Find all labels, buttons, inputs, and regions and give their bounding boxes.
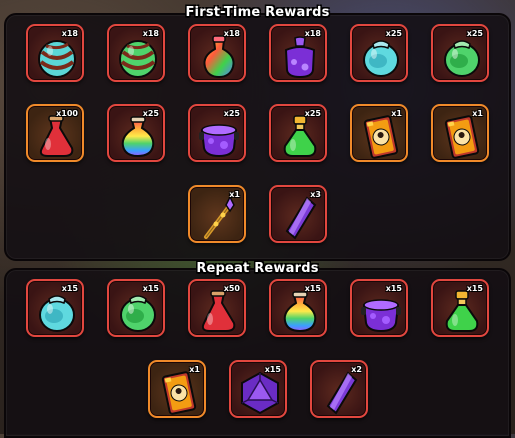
reward-quantity: x15 <box>466 284 483 293</box>
reward-slot[interactable]: x15 <box>431 279 489 337</box>
reward-quantity: x25 <box>223 109 240 118</box>
reward-slot[interactable]: x18 <box>107 24 165 82</box>
purple-crystal-icon <box>277 195 323 241</box>
green-jar-potion-icon <box>439 34 485 80</box>
reward-quantity: x18 <box>223 29 240 38</box>
reward-quantity: x1 <box>472 109 483 118</box>
reward-quantity: x18 <box>142 29 159 38</box>
green-jar-potion-icon <box>115 289 161 335</box>
reward-quantity: x100 <box>56 109 78 118</box>
reward-slot[interactable]: x15 <box>350 279 408 337</box>
reward-quantity: x1 <box>391 109 402 118</box>
reward-slot[interactable]: x18 <box>269 24 327 82</box>
reward-quantity: x25 <box>466 29 483 38</box>
reward-slot[interactable]: x15 <box>107 279 165 337</box>
reward-slot[interactable]: x3 <box>269 185 327 243</box>
reward-quantity: x15 <box>61 284 78 293</box>
reward-slot[interactable]: x25 <box>269 104 327 162</box>
reward-slot[interactable]: x15 <box>269 279 327 337</box>
reward-slot[interactable]: x1 <box>431 104 489 162</box>
reward-quantity: x18 <box>304 29 321 38</box>
purple-crystal-icon <box>318 370 364 416</box>
reward-slot[interactable]: x25 <box>107 104 165 162</box>
fire-card-icon <box>439 114 485 160</box>
repeat-rewards-title: Repeat Rewards <box>196 261 319 276</box>
rainbow-flask-potion-icon <box>115 114 161 160</box>
purple-cauldron-potion-icon <box>277 34 323 80</box>
reward-slot[interactable]: x25 <box>188 104 246 162</box>
reward-quantity: x1 <box>229 190 240 199</box>
purple-cauldron-icon <box>358 289 404 335</box>
red-flask-potion-icon <box>196 289 242 335</box>
reward-slot[interactable]: x25 <box>350 24 408 82</box>
reward-slot[interactable]: x1 <box>188 185 246 243</box>
reward-slot[interactable]: x100 <box>26 104 84 162</box>
reward-slot[interactable]: x1 <box>350 104 408 162</box>
rainbow-flask-potion-icon <box>277 289 323 335</box>
reward-slot[interactable]: x2 <box>310 360 368 418</box>
striped-green-orb-icon <box>115 34 161 80</box>
rainbow-potion-icon <box>196 34 242 80</box>
fire-card-icon <box>156 370 202 416</box>
teal-jar-potion-icon <box>34 289 80 335</box>
green-gold-potion-icon <box>439 289 485 335</box>
reward-quantity: x2 <box>351 365 362 374</box>
reward-quantity: x3 <box>310 190 321 199</box>
red-flask-potion-icon <box>34 114 80 160</box>
reward-quantity: x25 <box>142 109 159 118</box>
reward-quantity: x15 <box>264 365 281 374</box>
purple-cauldron-icon <box>196 114 242 160</box>
fire-card-icon <box>358 114 404 160</box>
reward-quantity: x25 <box>304 109 321 118</box>
striped-teal-orb-icon <box>34 34 80 80</box>
purple-dice-icon <box>237 370 283 416</box>
first-time-rewards-title: First-Time Rewards <box>185 5 330 20</box>
green-gold-potion-icon <box>277 114 323 160</box>
reward-slot[interactable]: x15 <box>229 360 287 418</box>
reward-quantity: x25 <box>385 29 402 38</box>
teal-jar-potion-icon <box>358 34 404 80</box>
reward-slot[interactable]: x18 <box>188 24 246 82</box>
reward-quantity: x15 <box>304 284 321 293</box>
reward-quantity: x15 <box>385 284 402 293</box>
reward-quantity: x50 <box>223 284 240 293</box>
reward-slot[interactable]: x18 <box>26 24 84 82</box>
reward-quantity: x15 <box>142 284 159 293</box>
reward-slot[interactable]: x1 <box>148 360 206 418</box>
reward-slot[interactable]: x15 <box>26 279 84 337</box>
reward-slot[interactable]: x25 <box>431 24 489 82</box>
reward-quantity: x18 <box>61 29 78 38</box>
golden-staff-icon <box>196 195 242 241</box>
reward-quantity: x1 <box>189 365 200 374</box>
reward-slot[interactable]: x50 <box>188 279 246 337</box>
